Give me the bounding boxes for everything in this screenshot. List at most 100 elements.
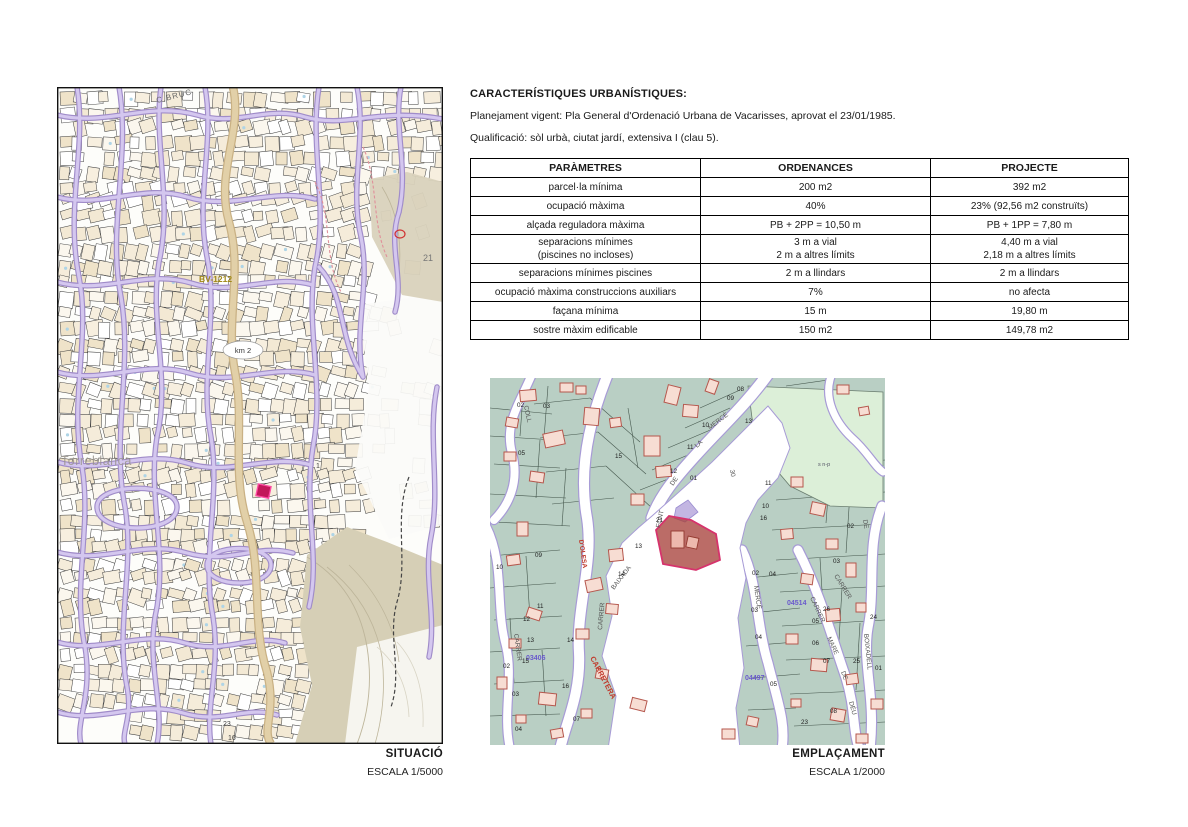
planning-document-page: { "header": { "title": "CARACTERÍSTIQUES… — [0, 0, 1188, 827]
cell-projecte: 23% (92,56 m2 construïts) — [931, 197, 1129, 216]
situacio-caption: SITUACIÓ — [57, 748, 443, 760]
place-label: Torreblanca — [61, 454, 132, 468]
parcel-number: 11 — [687, 444, 694, 451]
qualification-line: Qualificació: sòl urbà, ciutat jardí, ex… — [470, 132, 719, 144]
cell-projecte: 2 m a llindars — [931, 264, 1129, 283]
table-row: parcel·la mínima 200 m2 392 m2 — [471, 178, 1129, 197]
parcel-number: 01 — [690, 475, 698, 482]
parcel-number: 04 — [515, 726, 523, 733]
parcel-number: 15 — [615, 453, 623, 460]
parcel-number: 2 — [287, 675, 291, 682]
parcel-number: 09 — [727, 395, 735, 402]
cell-param: ocupació màxima — [471, 197, 701, 216]
parcel-number: 16 — [760, 515, 768, 522]
table-row: ocupació màxima 40% 23% (92,56 m2 constr… — [471, 197, 1129, 216]
cell-projecte: no afecta — [931, 283, 1129, 302]
parcel-number: 03 — [833, 558, 841, 565]
parcel-number: 12 — [670, 468, 678, 475]
table-row: separacions mínimes (piscines no inclose… — [471, 235, 1129, 264]
parcel-number: 01 — [875, 665, 883, 672]
parcel-number: 07 — [823, 658, 831, 665]
parcel-number: 23 — [223, 721, 231, 728]
parcel-number: 03 — [512, 691, 520, 698]
table-row: façana mínima 15 m 19,80 m — [471, 302, 1129, 321]
urbanistic-parameters-table: PARÀMETRES ORDENANCES PROJECTE parcel·la… — [470, 158, 1129, 340]
road-code-label: BV-1212 — [199, 274, 232, 284]
parcel-number: 02 — [847, 523, 855, 530]
cell-param: ocupació màxima construccions auxiliars — [471, 283, 701, 302]
col-header-parametres: PARÀMETRES — [471, 159, 701, 178]
parcel-number: 23 — [801, 719, 809, 726]
parcel-number: 16 — [228, 735, 236, 742]
parcel-number: 02 — [752, 570, 760, 577]
parcel-number: 13 — [635, 543, 643, 550]
parcel-number: 24 — [870, 614, 878, 621]
emplacament-map: s n-p COLL D'OLESA CARRER CARRETERA CARR… — [490, 378, 885, 745]
parcel-ref-code: 04497 — [745, 675, 765, 682]
parcel-number: 03 — [543, 403, 551, 410]
situacio-map: C.BRUC BV-1212 km 2 21 Torreblanca 1 2 2… — [57, 87, 443, 744]
cell-ordenances: 3 m a vial 2 m a altres límits — [701, 235, 931, 264]
cell-ordenances: 200 m2 — [701, 178, 931, 197]
cell-ordenances: 15 m — [701, 302, 931, 321]
cell-projecte: 149,78 m2 — [931, 321, 1129, 340]
parcel-number: 13 — [745, 418, 753, 425]
parcel-number: 11 — [537, 603, 544, 610]
table-row: ocupació màxima construccions auxiliars … — [471, 283, 1129, 302]
planning-status-line: Planejament vigent: Pla General d'Ordena… — [470, 110, 896, 122]
parcel-number: 10 — [496, 564, 504, 571]
parcel-number: 07 — [573, 716, 581, 723]
subject-parcel-marker — [256, 484, 271, 498]
cell-ordenances: 2 m a llindars — [701, 264, 931, 283]
parcel-number: 1 — [316, 463, 320, 470]
parcel-number: 02 — [517, 402, 525, 409]
cell-projecte: 392 m2 — [931, 178, 1129, 197]
parcel-number: 14 — [567, 637, 575, 644]
subject-building — [686, 536, 699, 549]
parcel-number: 02 — [503, 663, 511, 670]
parcel-number: 05 — [770, 681, 778, 688]
cell-projecte: 4,40 m a vial 2,18 m a altres límits — [931, 235, 1129, 264]
parcel-number: 26 — [823, 606, 831, 613]
parcel-number: 10 — [702, 422, 710, 429]
table-header-row: PARÀMETRES ORDENANCES PROJECTE — [471, 159, 1129, 178]
parcel-number: 21 — [656, 517, 664, 524]
parcel-number: 03 — [751, 607, 759, 614]
parcel-number: 16 — [562, 683, 570, 690]
cell-param: separacions mínimes piscines — [471, 264, 701, 283]
table-row: alçada reguladora màxima PB + 2PP = 10,5… — [471, 216, 1129, 235]
cell-ordenances: 40% — [701, 197, 931, 216]
cell-param: separacions mínimes (piscines no inclose… — [471, 235, 701, 264]
parcel-number: 04 — [769, 571, 777, 578]
parcel-number: 08 — [737, 386, 745, 393]
parcel-number: 15 — [522, 658, 530, 665]
cell-param: alçada reguladora màxima — [471, 216, 701, 235]
table-row: separacions mínimes piscines 2 m a llind… — [471, 264, 1129, 283]
parcel-number: 11 — [765, 480, 772, 487]
cell-projecte: PB + 1PP = 7,80 m — [931, 216, 1129, 235]
col-header-ordenances: ORDENANCES — [701, 159, 931, 178]
parcel-number: 06 — [812, 640, 820, 647]
parcel-number: 05 — [518, 450, 526, 457]
parcel-number: 10 — [762, 503, 770, 510]
parcel-ref-code: 04514 — [787, 600, 807, 607]
emplacament-scale: ESCALA 1/2000 — [490, 766, 885, 778]
subject-building — [671, 531, 684, 548]
table-row: sostre màxim edificable 150 m2 149,78 m2 — [471, 321, 1129, 340]
cell-ordenances: 7% — [701, 283, 931, 302]
land-use-label: s n-p — [818, 462, 830, 468]
parcel-number: 13 — [527, 637, 535, 644]
parcel-number: 14 — [618, 571, 626, 578]
cell-param: sostre màxim edificable — [471, 321, 701, 340]
parcel-number: 21 — [423, 253, 433, 263]
situacio-scale: ESCALA 1/5000 — [57, 766, 443, 778]
parcel-number: 05 — [812, 618, 820, 625]
cell-param: façana mínima — [471, 302, 701, 321]
section-title: CARACTERÍSTIQUES URBANÍSTIQUES: — [470, 88, 687, 100]
km-marker-label: km 2 — [235, 346, 251, 355]
parcel-number: 25 — [853, 658, 861, 665]
cell-ordenances: 150 m2 — [701, 321, 931, 340]
cell-projecte: 19,80 m — [931, 302, 1129, 321]
emplacament-caption: EMPLAÇAMENT — [490, 748, 885, 760]
parcel-number: 08 — [830, 708, 838, 715]
